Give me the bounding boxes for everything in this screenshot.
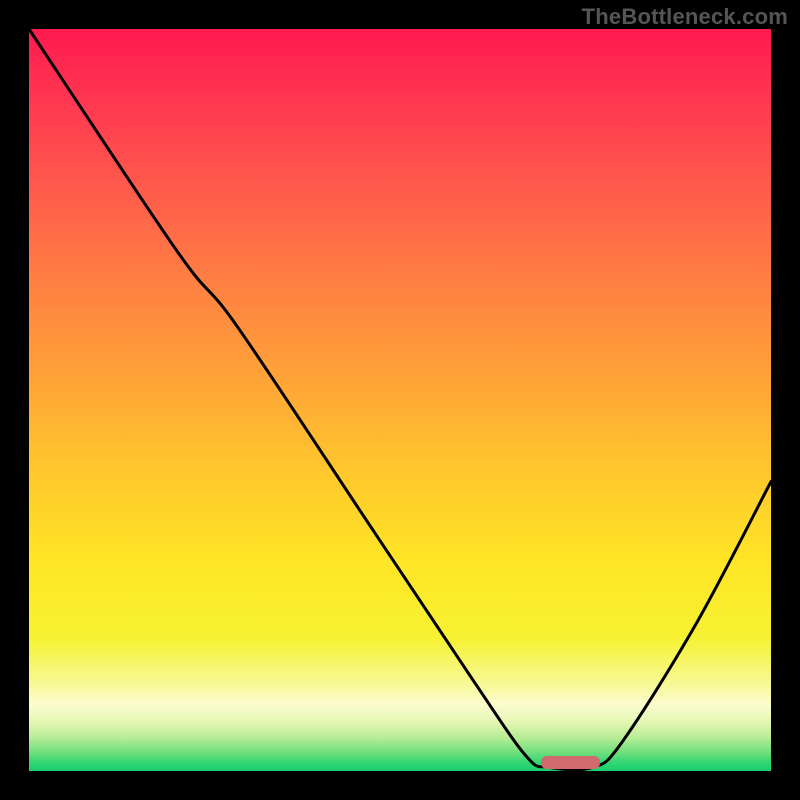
chart-frame: TheBottleneck.com — [0, 0, 800, 800]
curve-layer — [29, 29, 771, 771]
plot-area — [29, 29, 771, 771]
watermark-text: TheBottleneck.com — [582, 4, 788, 30]
bottleneck-curve — [29, 29, 771, 770]
sweet-spot-marker — [541, 756, 600, 769]
